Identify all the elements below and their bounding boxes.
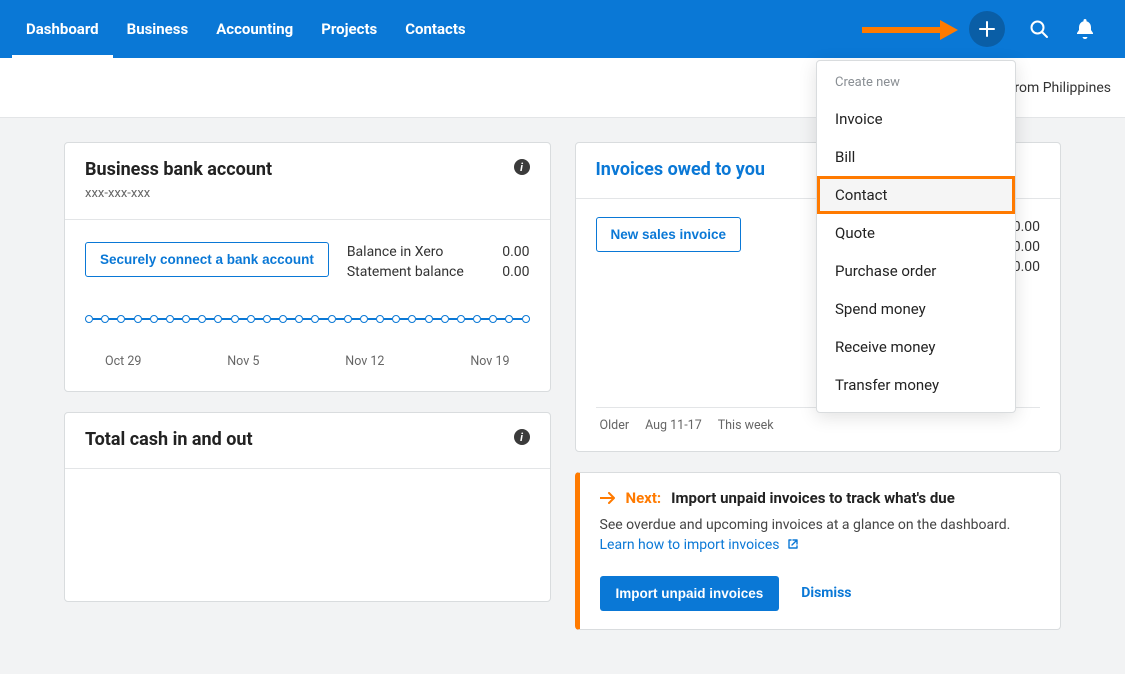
new-sales-invoice-button[interactable]: New sales invoice bbox=[596, 217, 742, 252]
spark-date: Nov 12 bbox=[345, 354, 384, 369]
statement-balance-label: Statement balance bbox=[347, 264, 464, 280]
summary-value: 0.00 bbox=[1013, 259, 1040, 275]
balance-xero-value: 0.00 bbox=[502, 244, 529, 260]
topbar-right bbox=[969, 11, 1113, 47]
invoice-amount-summary: 0.00 0.00 0.00 bbox=[1013, 217, 1040, 277]
statement-balance-value: 0.00 bbox=[502, 264, 529, 280]
create-bill[interactable]: Bill bbox=[817, 138, 1015, 176]
arrow-right-icon bbox=[600, 492, 616, 504]
info-icon[interactable]: i bbox=[514, 429, 530, 445]
create-contact[interactable]: Contact bbox=[817, 176, 1015, 214]
sparkline-dates: Oct 29 Nov 5 Nov 12 Nov 19 bbox=[85, 354, 530, 373]
annotation-arrow bbox=[862, 20, 958, 40]
top-nav: Dashboard Business Accounting Projects C… bbox=[0, 0, 1125, 58]
bucket-label: Aug 11-17 bbox=[645, 418, 702, 433]
bucket-label: Older bbox=[600, 418, 630, 433]
nav-accounting[interactable]: Accounting bbox=[202, 0, 307, 58]
spark-date: Oct 29 bbox=[105, 354, 141, 369]
create-new-button[interactable] bbox=[969, 11, 1005, 47]
spark-date: Nov 5 bbox=[227, 354, 259, 369]
bank-account-card: Business bank account xxx-xxx-xxx i Secu… bbox=[64, 142, 551, 392]
next-body-text: See overdue and upcoming invoices at a g… bbox=[600, 517, 1011, 533]
next-body: See overdue and upcoming invoices at a g… bbox=[580, 515, 1061, 562]
next-title: Import unpaid invoices to track what's d… bbox=[671, 489, 955, 507]
external-link-icon bbox=[787, 538, 799, 550]
summary-value: 0.00 bbox=[1013, 219, 1040, 235]
search-icon bbox=[1029, 19, 1049, 39]
create-receive-money[interactable]: Receive money bbox=[817, 328, 1015, 366]
subheader-right-text: from Philippines bbox=[1010, 80, 1111, 96]
nav-business[interactable]: Business bbox=[113, 0, 203, 58]
create-transfer-money[interactable]: Transfer money bbox=[817, 366, 1015, 404]
dismiss-link[interactable]: Dismiss bbox=[801, 585, 851, 601]
connect-bank-button[interactable]: Securely connect a bank account bbox=[85, 242, 329, 277]
next-tag: Next: bbox=[626, 489, 662, 507]
create-invoice[interactable]: Invoice bbox=[817, 100, 1015, 138]
balance-xero-label: Balance in Xero bbox=[347, 244, 444, 260]
create-quote[interactable]: Quote bbox=[817, 214, 1015, 252]
nav-dashboard[interactable]: Dashboard bbox=[12, 0, 113, 58]
info-icon[interactable]: i bbox=[514, 159, 530, 175]
balance-summary: Balance in Xero 0.00 Statement balance 0… bbox=[347, 242, 530, 282]
nav-contacts[interactable]: Contacts bbox=[391, 0, 479, 58]
left-column: Business bank account xxx-xxx-xxx i Secu… bbox=[64, 142, 551, 650]
next-step-card: Next: Import unpaid invoices to track wh… bbox=[575, 472, 1062, 630]
bucket-label: This week bbox=[718, 418, 774, 433]
create-spend-money[interactable]: Spend money bbox=[817, 290, 1015, 328]
search-button[interactable] bbox=[1027, 17, 1051, 41]
learn-import-link[interactable]: Learn how to import invoices bbox=[600, 537, 780, 553]
spark-date: Nov 19 bbox=[470, 354, 509, 369]
create-purchase-order[interactable]: Purchase order bbox=[817, 252, 1015, 290]
bank-account-masked: xxx-xxx-xxx bbox=[85, 186, 272, 201]
invoice-time-axis: Older Aug 11-17 This week bbox=[596, 418, 1041, 433]
create-menu-header: Create new bbox=[817, 61, 1015, 100]
cash-card: Total cash in and out i bbox=[64, 412, 551, 602]
cash-card-title: Total cash in and out bbox=[85, 429, 253, 450]
nav-projects[interactable]: Projects bbox=[307, 0, 391, 58]
bank-card-title: Business bank account bbox=[85, 159, 272, 180]
plus-icon bbox=[979, 21, 995, 37]
create-new-menu: Create new Invoice Bill Contact Quote Pu… bbox=[816, 60, 1016, 413]
import-invoices-button[interactable]: Import unpaid invoices bbox=[600, 576, 780, 611]
nav-list: Dashboard Business Accounting Projects C… bbox=[12, 0, 480, 58]
balance-sparkline bbox=[85, 310, 530, 328]
summary-value: 0.00 bbox=[1013, 239, 1040, 255]
invoices-card-title[interactable]: Invoices owed to you bbox=[596, 159, 765, 180]
notifications-button[interactable] bbox=[1073, 17, 1097, 41]
bell-icon bbox=[1076, 19, 1094, 39]
